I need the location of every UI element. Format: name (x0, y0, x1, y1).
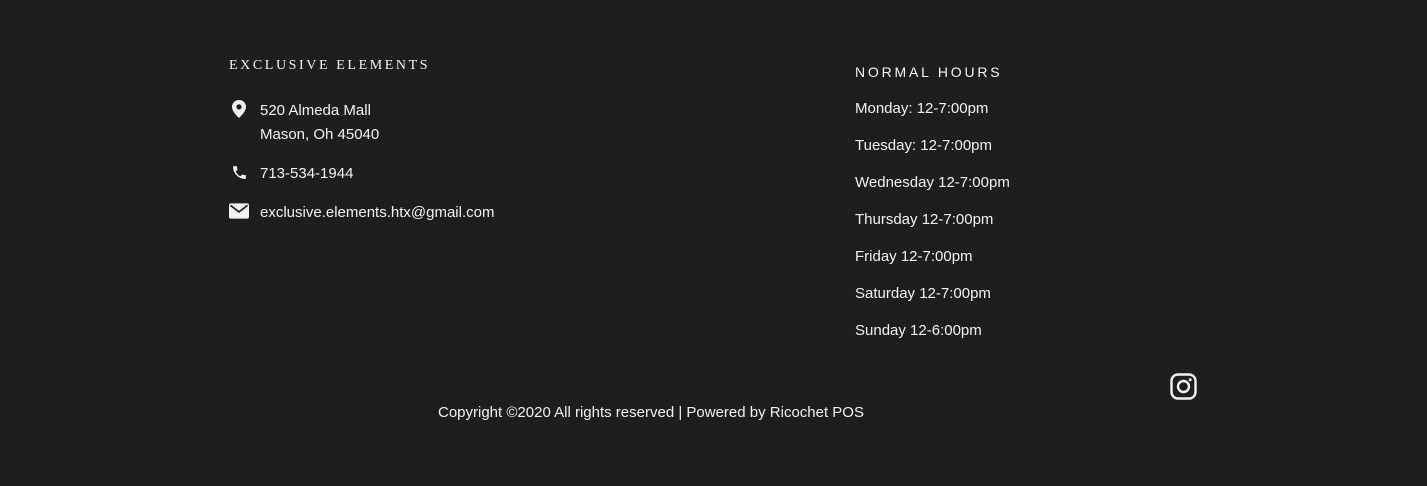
hours-sunday: Sunday 12-6:00pm (855, 322, 982, 339)
hours-monday: Monday: 12-7:00pm (855, 100, 989, 117)
brand-title: EXCLUSIVE ELEMENTS (229, 58, 431, 73)
phone-row: 713-534-1944 (229, 162, 353, 186)
hours-wednesday: Wednesday 12-7:00pm (855, 174, 1010, 191)
hours-list: Monday: 12-7:00pm Tuesday: 12-7:00pm Wed… (855, 98, 1010, 357)
address-line-2: Mason, Oh 45040 (260, 126, 380, 143)
hours-friday: Friday 12-7:00pm (855, 248, 973, 265)
instagram-icon[interactable] (1170, 373, 1197, 400)
hours-title: NORMAL HOURS (855, 64, 1003, 80)
hours-thursday: Thursday 12-7:00pm (855, 211, 994, 228)
address-line-1: 520 Almeda Mall (260, 102, 371, 119)
map-pin-icon (229, 99, 249, 119)
hours-tuesday: Tuesday: 12-7:00pm (855, 137, 993, 154)
address-text: 520 Almeda Mall Mason, Oh 45040 (260, 99, 379, 147)
address-row: 520 Almeda Mall Mason, Oh 45040 (229, 99, 379, 147)
phone-icon (229, 162, 249, 182)
hours-saturday: Saturday 12-7:00pm (855, 285, 991, 302)
envelope-icon (229, 201, 249, 221)
phone-number[interactable]: 713-534-1944 (260, 162, 353, 186)
copyright-text: Copyright ©2020 All rights reserved | Po… (438, 404, 864, 421)
email-row: exclusive.elements.htx@gmail.com (229, 201, 494, 225)
email-link[interactable]: exclusive.elements.htx@gmail.com (260, 201, 494, 225)
